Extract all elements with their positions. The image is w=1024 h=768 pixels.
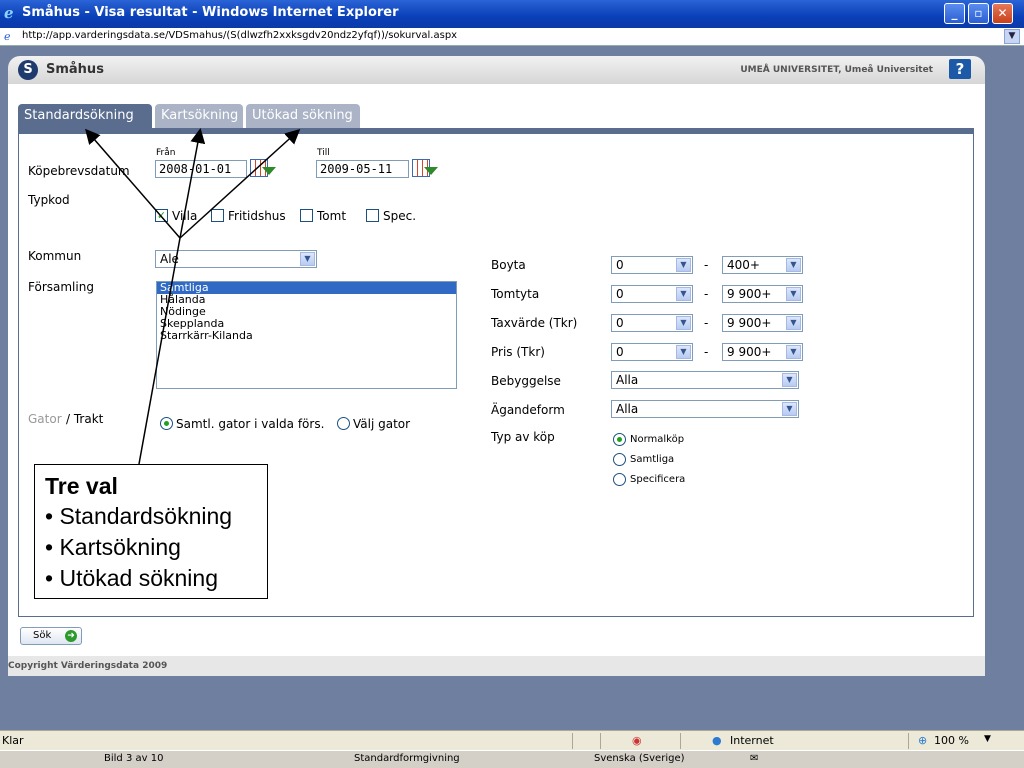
language: Svenska (Sverige) bbox=[594, 753, 685, 764]
zone-label: Internet bbox=[730, 734, 774, 747]
design-name: Standardformgivning bbox=[354, 753, 460, 764]
bullet: • bbox=[45, 565, 54, 591]
status-bar: Klar ◉ ● Internet ⊕ 100 % ▼ bbox=[0, 730, 1024, 750]
page-footer: Copyright Värderingsdata 2009 bbox=[8, 656, 985, 676]
divider bbox=[908, 733, 909, 749]
status-text: Klar bbox=[2, 734, 24, 747]
arrow-stem bbox=[138, 237, 181, 465]
callout-item: • Standardsökning bbox=[45, 503, 232, 530]
annotation-callout: Tre val • Standardsökning • Kartsökning … bbox=[34, 464, 268, 599]
callout-item: • Kartsökning bbox=[45, 534, 181, 561]
search-button-label: Sök bbox=[33, 630, 52, 641]
slide-counter: Bild 3 av 10 bbox=[104, 753, 164, 764]
bullet: • bbox=[45, 534, 54, 560]
callout-item: • Utökad sökning bbox=[45, 565, 218, 592]
copyright-text: Copyright Värderingsdata 2009 bbox=[8, 661, 168, 671]
callout-item-text: Standardsökning bbox=[59, 503, 233, 529]
zoom-chevron-down-icon[interactable]: ▼ bbox=[984, 734, 991, 744]
annotation-arrows bbox=[85, 128, 301, 465]
taskbar: Bild 3 av 10 Standardformgivning Svenska… bbox=[0, 750, 1024, 768]
callout-heading: Tre val bbox=[45, 473, 118, 499]
zoom-icon[interactable]: ⊕ bbox=[918, 734, 927, 747]
globe-icon: ● bbox=[712, 734, 722, 747]
search-button[interactable]: Sök ➜ bbox=[20, 627, 82, 645]
arrow-to-standardsokning bbox=[85, 128, 181, 239]
callout-item-text: Kartsökning bbox=[59, 534, 181, 560]
zoom-level[interactable]: 100 % bbox=[934, 734, 969, 747]
divider bbox=[572, 733, 573, 749]
go-arrow-icon: ➜ bbox=[65, 630, 77, 642]
divider bbox=[600, 733, 601, 749]
callout-item-text: Utökad sökning bbox=[59, 565, 218, 591]
privacy-eye-icon[interactable]: ◉ bbox=[632, 734, 642, 747]
spellcheck-icon[interactable]: ✉ bbox=[750, 753, 758, 764]
bullet: • bbox=[45, 503, 54, 529]
divider bbox=[680, 733, 681, 749]
